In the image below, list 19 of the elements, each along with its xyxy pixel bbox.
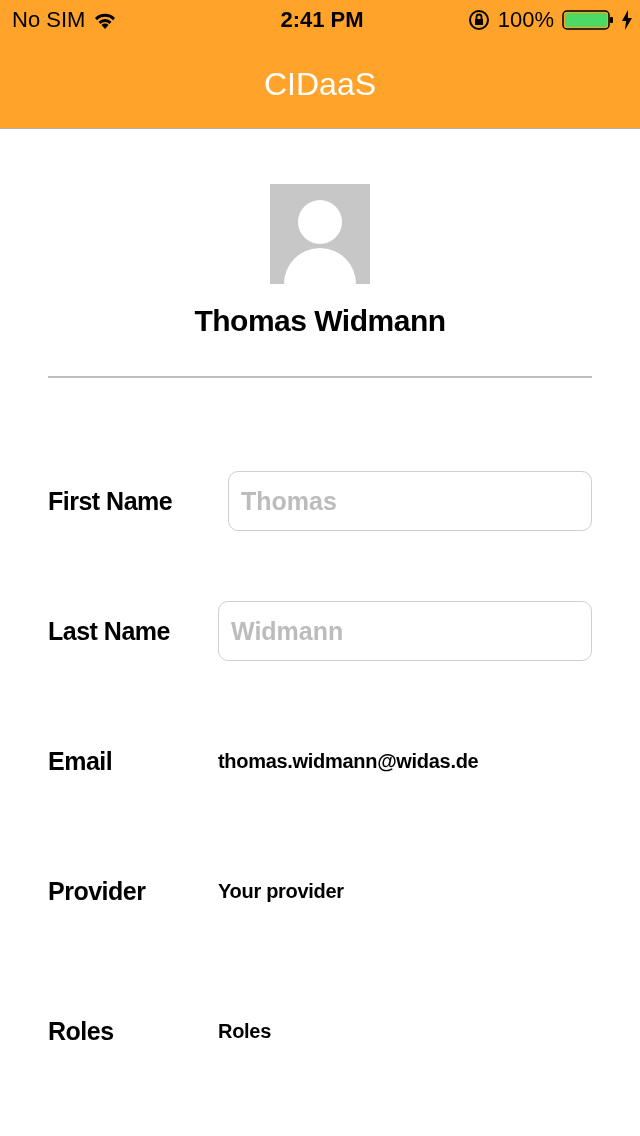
nav-title: CIDaaS xyxy=(263,65,376,103)
wifi-icon xyxy=(93,11,118,29)
field-label: Provider xyxy=(48,876,147,906)
battery-percent: 100% xyxy=(497,7,554,33)
field-label: Email xyxy=(48,746,114,776)
profile-name: Thomas Widmann xyxy=(194,304,446,338)
clock-time: 2:41 PM xyxy=(280,7,364,33)
field-label: First Name xyxy=(48,486,174,516)
carrier-label: No SIM xyxy=(12,7,86,33)
field-value: Your provider xyxy=(218,879,344,903)
field-label: Last Name xyxy=(48,616,171,646)
field-value: thomas.widmann@widas.de xyxy=(218,749,479,773)
input-field[interactable]: Widmann xyxy=(218,601,592,661)
input-field[interactable]: Thomas xyxy=(228,471,592,531)
battery-icon xyxy=(562,9,614,31)
rotation-lock-icon xyxy=(467,9,490,31)
charging-bolt-icon xyxy=(622,10,632,30)
field-label: Roles xyxy=(48,1016,115,1046)
field-value: Roles xyxy=(218,1019,271,1043)
